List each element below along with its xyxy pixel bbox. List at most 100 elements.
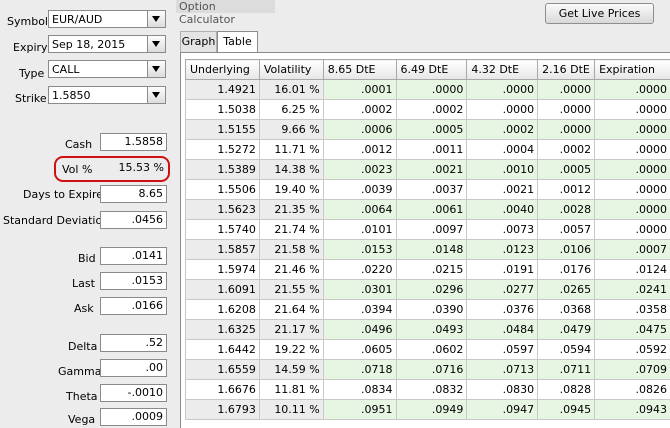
vega-label: Vega <box>68 413 95 427</box>
ask-field[interactable]: .0166 <box>100 297 167 315</box>
table-cell: .0716 <box>396 360 467 380</box>
table-cell: .0949 <box>396 400 467 420</box>
chevron-down-icon <box>152 16 160 22</box>
table-cell: .0064 <box>323 200 396 220</box>
table-cell: 1.6442 <box>186 340 260 360</box>
table-cell: .0947 <box>467 400 538 420</box>
tab-table[interactable]: Table <box>217 31 258 53</box>
column-header[interactable]: 4.32 DtE <box>467 60 538 80</box>
table-cell: 1.5974 <box>186 260 260 280</box>
table-cell: .0602 <box>396 340 467 360</box>
theta-field[interactable]: -.0010 <box>100 384 167 402</box>
table-cell: .0101 <box>323 220 396 240</box>
table-cell: 1.5740 <box>186 220 260 240</box>
table-cell: .0057 <box>538 220 595 240</box>
table-row[interactable]: 1.620821.64 %.0394.0390.0376.0368.0358 <box>186 300 670 320</box>
type-value: CALL <box>52 63 79 76</box>
cash-field[interactable]: 1.5858 <box>100 133 167 151</box>
symbol-select[interactable]: EUR/AUD <box>48 10 166 28</box>
table-row[interactable]: 1.51559.66 %.0006.0005.0002.0000.0000 <box>186 120 670 140</box>
table-row[interactable]: 1.667611.81 %.0834.0832.0830.0828.0826 <box>186 380 670 400</box>
table-cell: .0000 <box>595 160 670 180</box>
chevron-down-icon <box>152 41 160 47</box>
table-row[interactable]: 1.527211.71 %.0012.0011.0004.0002.0000 <box>186 140 670 160</box>
table-cell: .0073 <box>467 220 538 240</box>
table-cell: .0826 <box>595 380 670 400</box>
bid-field[interactable]: .0141 <box>100 247 167 265</box>
type-select[interactable]: CALL <box>48 60 166 78</box>
table-cell: .0000 <box>595 140 670 160</box>
expiry-dropdown-button[interactable] <box>147 36 165 52</box>
tab-graph[interactable]: Graph <box>180 31 217 52</box>
table-row[interactable]: 1.597421.46 %.0220.0215.0191.0176.0124 <box>186 260 670 280</box>
expiry-select[interactable]: Sep 18, 2015 <box>48 35 166 53</box>
table-cell: .0021 <box>467 180 538 200</box>
strike-dropdown-button[interactable] <box>147 87 165 103</box>
table-row[interactable]: 1.609121.55 %.0301.0296.0277.0265.0241 <box>186 280 670 300</box>
table-row[interactable]: 1.562321.35 %.0064.0061.0040.0028.0000 <box>186 200 670 220</box>
table-cell: 9.66 % <box>259 120 323 140</box>
symbol-label: Symbol <box>7 15 48 29</box>
column-header[interactable]: Underlying <box>186 60 260 80</box>
theta-label: Theta <box>66 390 98 404</box>
table-cell: 1.6208 <box>186 300 260 320</box>
gamma-field[interactable]: .00 <box>100 359 167 377</box>
left-panel: Symbol EUR/AUD Expiry Sep 18, 2015 Type … <box>0 0 172 427</box>
column-header[interactable]: 8.65 DtE <box>323 60 396 80</box>
table-cell: .0097 <box>396 220 467 240</box>
table-cell: .0153 <box>323 240 396 260</box>
vol-field[interactable]: 15.53 % <box>100 160 167 176</box>
table-cell: .0828 <box>538 380 595 400</box>
table-row[interactable]: 1.50386.25 %.0002.0002.0000.0000.0000 <box>186 100 670 120</box>
table-cell: .0943 <box>595 400 670 420</box>
table-cell: 1.6559 <box>186 360 260 380</box>
column-header[interactable]: 6.49 DtE <box>396 60 467 80</box>
table-cell: .0005 <box>396 120 467 140</box>
get-live-prices-button[interactable]: Get Live Prices <box>545 3 654 24</box>
gamma-label: Gamma <box>58 365 101 379</box>
table-header: UnderlyingVolatility8.65 DtE6.49 DtE4.32… <box>186 60 670 80</box>
table-row[interactable]: 1.492116.01 %.0001.0000.0000.0000.0000 <box>186 80 670 100</box>
table-cell: .0951 <box>323 400 396 420</box>
table-cell: 1.6676 <box>186 380 260 400</box>
table-cell: 1.6793 <box>186 400 260 420</box>
table-row[interactable]: 1.550619.40 %.0039.0037.0021.0012.0000 <box>186 180 670 200</box>
column-header[interactable]: Expiration <box>595 60 670 80</box>
symbol-dropdown-button[interactable] <box>147 11 165 27</box>
table-cell: .0296 <box>396 280 467 300</box>
table-cell: .0605 <box>323 340 396 360</box>
vega-field[interactable]: .0009 <box>100 408 167 426</box>
strike-select[interactable]: 1.5850 <box>48 86 166 104</box>
table-row[interactable]: 1.679310.11 %.0951.0949.0947.0945.0943 <box>186 400 670 420</box>
table-cell: 1.5155 <box>186 120 260 140</box>
table-cell: .0001 <box>323 80 396 100</box>
table-cell: 1.6325 <box>186 320 260 340</box>
table-cell: 14.59 % <box>259 360 323 380</box>
table-row[interactable]: 1.655914.59 %.0718.0716.0713.0711.0709 <box>186 360 670 380</box>
table-cell: .0012 <box>323 140 396 160</box>
column-header[interactable]: 2.16 DtE <box>538 60 595 80</box>
table-cell: 21.55 % <box>259 280 323 300</box>
table-cell: .0000 <box>538 120 595 140</box>
table-row[interactable]: 1.574021.74 %.0101.0097.0073.0057.0000 <box>186 220 670 240</box>
table-cell: .0124 <box>595 260 670 280</box>
table-cell: .0010 <box>467 160 538 180</box>
table-cell: .0002 <box>323 100 396 120</box>
last-field[interactable]: .0153 <box>100 272 167 290</box>
table-cell: .0390 <box>396 300 467 320</box>
stddev-field[interactable]: .0456 <box>100 211 167 229</box>
table-row[interactable]: 1.632521.17 %.0496.0493.0484.0479.0475 <box>186 320 670 340</box>
table-row[interactable]: 1.585721.58 %.0153.0148.0123.0106.0007 <box>186 240 670 260</box>
table-cell: .0000 <box>595 200 670 220</box>
table-cell: .0718 <box>323 360 396 380</box>
table-cell: .0830 <box>467 380 538 400</box>
table-row[interactable]: 1.538914.38 %.0023.0021.0010.0005.0000 <box>186 160 670 180</box>
days-field[interactable]: 8.65 <box>100 185 167 203</box>
table-row[interactable]: 1.644219.22 %.0605.0602.0597.0594.0592 <box>186 340 670 360</box>
column-header[interactable]: Volatility <box>259 60 323 80</box>
table-cell: .0000 <box>538 80 595 100</box>
symbol-value: EUR/AUD <box>52 13 102 26</box>
type-dropdown-button[interactable] <box>147 61 165 77</box>
stddev-label: Standard Deviation <box>3 214 109 228</box>
delta-field[interactable]: .52 <box>100 334 167 352</box>
